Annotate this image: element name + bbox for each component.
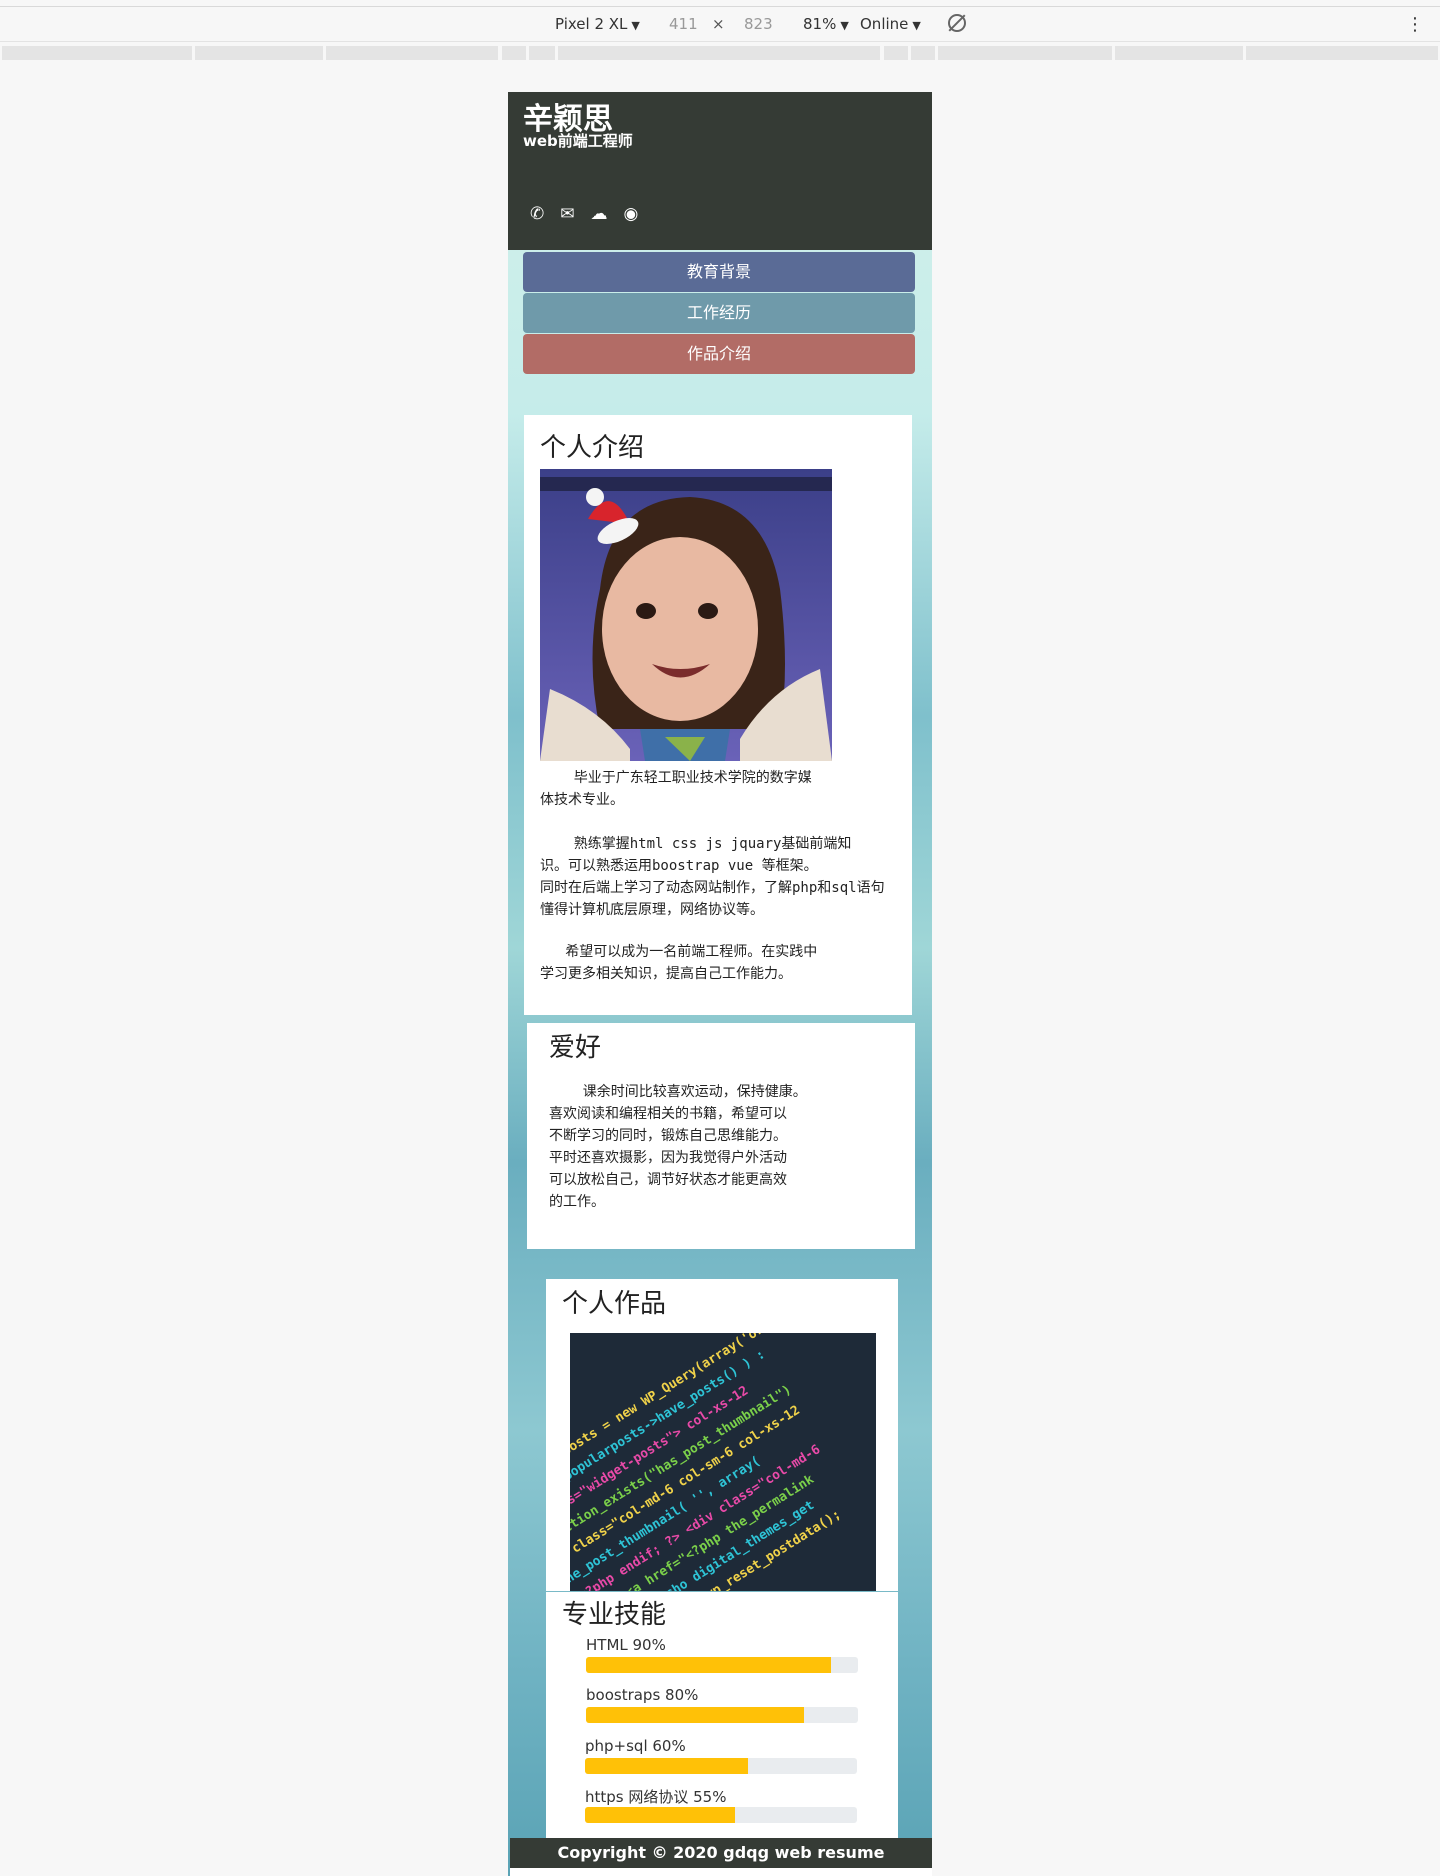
device-name: Pixel 2 XL [555, 15, 628, 33]
skill-progress-fill [586, 1707, 804, 1723]
media-query-segment[interactable] [1246, 46, 1438, 60]
dimension-separator: × [712, 15, 725, 33]
skill-label: php+sql 60% [585, 1737, 686, 1755]
media-query-segment[interactable] [195, 46, 323, 60]
rotate-icon[interactable] [948, 14, 966, 32]
intro-title: 个人介绍 [540, 433, 645, 463]
skills-card: 专业技能 HTML 90% boostraps 80% php+sql 60% … [546, 1592, 898, 1838]
media-query-bar [0, 44, 1440, 64]
skill-progress-bar [585, 1758, 857, 1774]
media-query-segment[interactable] [884, 46, 908, 60]
skill-label: boostraps 80% [586, 1686, 699, 1704]
skill-label: HTML 90% [586, 1636, 666, 1654]
portfolio-image[interactable]: $popularposts = new WP_Query(array('orde… [570, 1333, 876, 1591]
media-query-segment[interactable] [911, 46, 935, 60]
device-toolbar: Pixel 2 XL ▼ 411 × 823 81% ▼ Online ▼ ⋮ [0, 8, 1440, 42]
media-query-segment[interactable] [529, 46, 555, 60]
hobby-card: 爱好 课余时间比较喜欢运动，保持健康。 喜欢阅读和编程相关的书籍，希望可以 不断… [527, 1023, 915, 1249]
skill-progress-bar [586, 1657, 858, 1673]
throttle-value: Online [860, 15, 909, 33]
top-border [0, 6, 1440, 7]
zoom-value: 81% [803, 15, 837, 33]
person-role: web前端工程师 [523, 132, 633, 150]
media-query-segment[interactable] [502, 46, 526, 60]
envelope-icon[interactable]: ✉ [560, 204, 574, 224]
media-query-segment[interactable] [938, 46, 1112, 60]
skill-label: https 网络协议 55% [585, 1788, 727, 1806]
skill-progress-fill [585, 1807, 735, 1823]
github-icon[interactable]: ◉ [624, 204, 639, 224]
nav-education-button[interactable]: 教育背景 [523, 252, 915, 292]
portfolio-title: 个人作品 [562, 1289, 667, 1319]
media-query-segment[interactable] [2, 46, 192, 60]
caret-down-icon: ▼ [912, 19, 921, 32]
wechat-icon[interactable]: ☁ [591, 204, 608, 224]
portfolio-card: 个人作品 $popularposts = new WP_Query(array(… [546, 1279, 898, 1591]
hobby-title: 爱好 [549, 1033, 602, 1063]
media-query-segment[interactable] [326, 46, 498, 60]
media-query-segment[interactable] [1115, 46, 1243, 60]
intro-paragraph-1: 毕业于广东轻工职业技术学院的数字媒 体技术专业。 [540, 770, 812, 808]
footer-copyright: Copyright © 2020 gdqg web resume [510, 1838, 932, 1868]
profile-photo [540, 469, 832, 761]
skill-progress-bar [586, 1707, 858, 1723]
skills-title: 专业技能 [562, 1600, 667, 1630]
more-options-icon[interactable]: ⋮ [1406, 14, 1424, 35]
skill-progress-bar [585, 1807, 857, 1823]
intro-paragraph-2: 熟练掌握html css js jquary基础前端知 识。可以熟悉运用boos… [540, 836, 885, 918]
device-viewport: 辛颖思 web前端工程师 ✆ ✉ ☁ ◉ 教育背景 工作经历 作品介绍 个人介绍 [508, 92, 932, 1876]
caret-down-icon: ▼ [631, 19, 640, 32]
skill-progress-fill [585, 1758, 749, 1774]
zoom-select[interactable]: 81% ▼ [803, 15, 849, 33]
intro-card: 个人介绍 毕业于广东轻工职业技术学院的数字媒 体技术专业。 熟练掌握html c… [524, 415, 912, 1015]
media-query-segment[interactable] [558, 46, 880, 60]
device-select[interactable]: Pixel 2 XL ▼ [555, 15, 640, 33]
intro-paragraph-3: 希望可以成为一名前端工程师。在实践中 学习更多相关知识，提高自己工作能力。 [540, 944, 818, 982]
phone-icon[interactable]: ✆ [530, 204, 544, 224]
nav-work-button[interactable]: 工作经历 [523, 293, 915, 333]
resume-header: 辛颖思 web前端工程师 ✆ ✉ ☁ ◉ [508, 92, 932, 250]
footer-spacer [510, 1868, 932, 1876]
caret-down-icon: ▼ [840, 19, 849, 32]
contact-icons: ✆ ✉ ☁ ◉ [530, 204, 638, 224]
throttle-select[interactable]: Online ▼ [860, 15, 921, 33]
height-input[interactable]: 823 [744, 15, 773, 33]
hobby-paragraph: 课余时间比较喜欢运动，保持健康。 喜欢阅读和编程相关的书籍，希望可以 不断学习的… [549, 1084, 807, 1210]
nav-works-button[interactable]: 作品介绍 [523, 334, 915, 374]
skill-progress-fill [586, 1657, 831, 1673]
width-input[interactable]: 411 [669, 15, 698, 33]
